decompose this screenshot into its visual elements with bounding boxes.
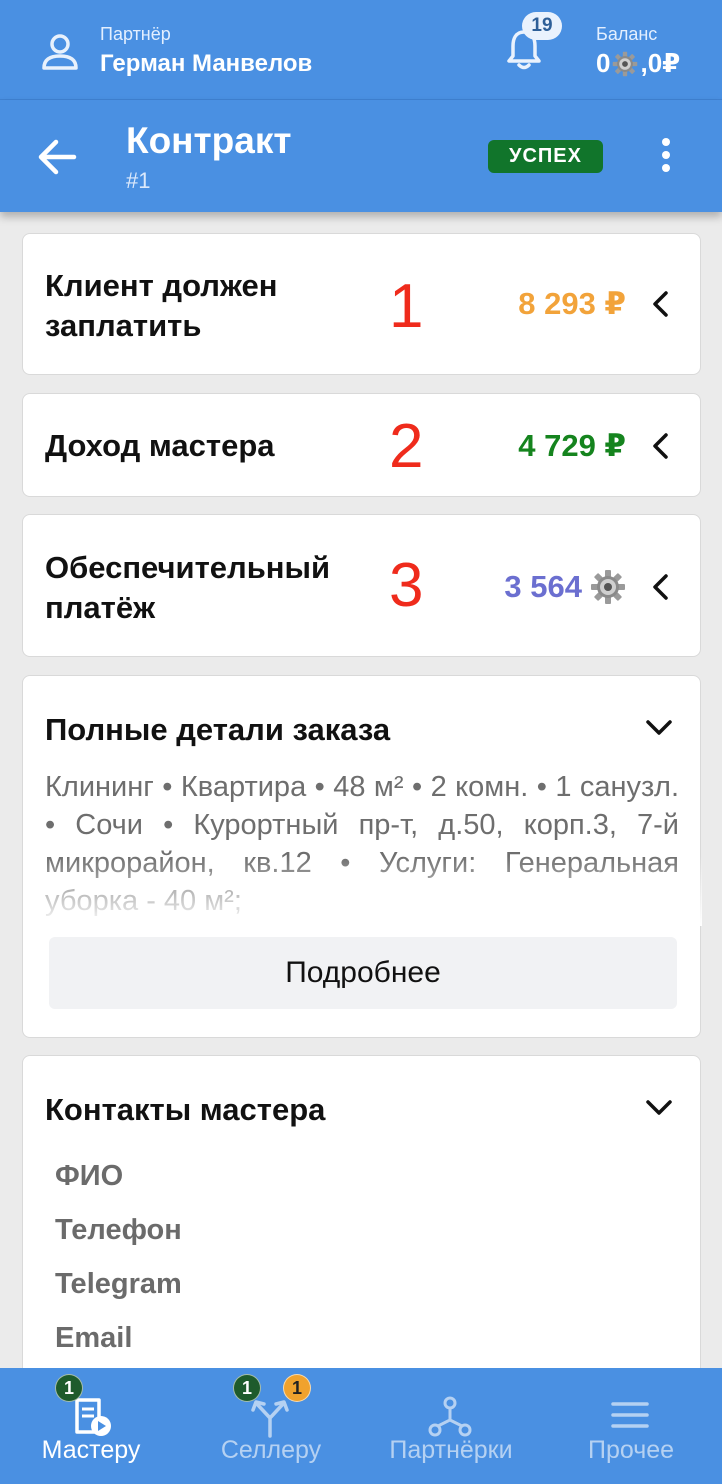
row-amount: 3 564 [504,567,626,607]
tab-other[interactable]: Прочее [541,1368,721,1484]
tab-label: Партнёрки [389,1436,513,1464]
page-title: Контракт [126,120,292,161]
tab-badge: 1 [233,1374,261,1402]
tab-badge: 1 [55,1374,83,1402]
balance-left: 0 [596,48,611,78]
row-number: 2 [389,412,424,481]
order-details-title[interactable]: Полные детали заказа [45,712,390,748]
balance-right: ,0₽ [640,48,681,78]
contract-header: Контракт #1 УСПЕХ [0,100,722,212]
deposit-amount: 3 564 [504,569,582,604]
contact-label-telegram: Telegram [55,1268,182,1300]
contact-label-name: ФИО [55,1160,124,1192]
status-badge: УСПЕХ [488,140,603,173]
chevron-down-icon[interactable] [644,1098,674,1118]
chevron-left-icon[interactable] [650,572,672,602]
hamburger-icon [611,1402,649,1428]
security-deposit-card[interactable]: Обеспечительный платёж 3 3 564 [22,514,701,657]
row-label-line2: заплатить [45,308,202,343]
contact-label-phone: Телефон [55,1214,182,1246]
back-arrow-icon[interactable] [36,136,78,178]
client-pay-card[interactable]: Клиент должен заплатить 1 8 293 ₽ [22,233,701,375]
row-label-line1: Клиент должен [45,268,278,303]
network-nodes-icon [428,1396,472,1437]
contacts-title[interactable]: Контакты мастера [45,1092,325,1128]
tab-label: Прочее [587,1436,675,1464]
order-details-card: Полные детали заказа Клининг • Квартира … [22,675,702,1038]
text-fade-overlay [23,856,702,926]
balance-value[interactable]: 0 ,0₽ [596,48,680,79]
notifications-badge: 19 [522,12,562,40]
tab-seller[interactable]: 1 1 Селлеру [181,1368,361,1484]
chevron-down-icon[interactable] [644,718,674,738]
tab-label: Селлеру [220,1436,322,1464]
row-number: 3 [389,551,424,620]
balance-label: Баланс [596,24,658,44]
row-amount: 8 293 ₽ [518,286,626,321]
master-income-card[interactable]: Доход мастера 2 4 729 ₽ [22,393,701,497]
gear-coin-icon [591,570,625,604]
top-bar: Партнёр Герман Манвелов 19 Баланс 0 ,0₽ [0,0,722,100]
more-details-button[interactable]: Подробнее [49,937,677,1009]
tab-label: Мастеру [41,1436,141,1464]
chevron-left-icon[interactable] [650,431,672,461]
master-contacts-card: Контакты мастера ФИО Телефон Telegram Em… [22,1055,701,1395]
more-menu-icon[interactable] [656,138,676,176]
bottom-tab-bar: 1 Мастеру 1 1 Селлеру Партнёрки Прочее [0,1368,722,1484]
row-label: Клиент должен заплатить [45,266,278,346]
row-label-line1: Обеспечительный [45,550,331,585]
partner-name: Герман Манвелов [100,50,313,77]
chevron-left-icon[interactable] [650,289,672,319]
row-amount: 4 729 ₽ [518,428,626,463]
contract-number: #1 [126,168,151,193]
row-label: Доход мастера [45,428,275,463]
tab-badge-orange: 1 [283,1374,311,1402]
row-number: 1 [389,272,424,341]
tab-master[interactable]: 1 Мастеру [1,1368,181,1484]
gear-coin-icon [613,51,638,76]
row-label-line2: платёж [45,590,156,625]
partner-label: Партнёр [100,24,171,44]
tab-partners[interactable]: Партнёрки [361,1368,541,1484]
user-icon[interactable] [40,32,80,72]
contact-label-email: Email [55,1322,133,1354]
row-label: Обеспечительный платёж [45,548,330,628]
